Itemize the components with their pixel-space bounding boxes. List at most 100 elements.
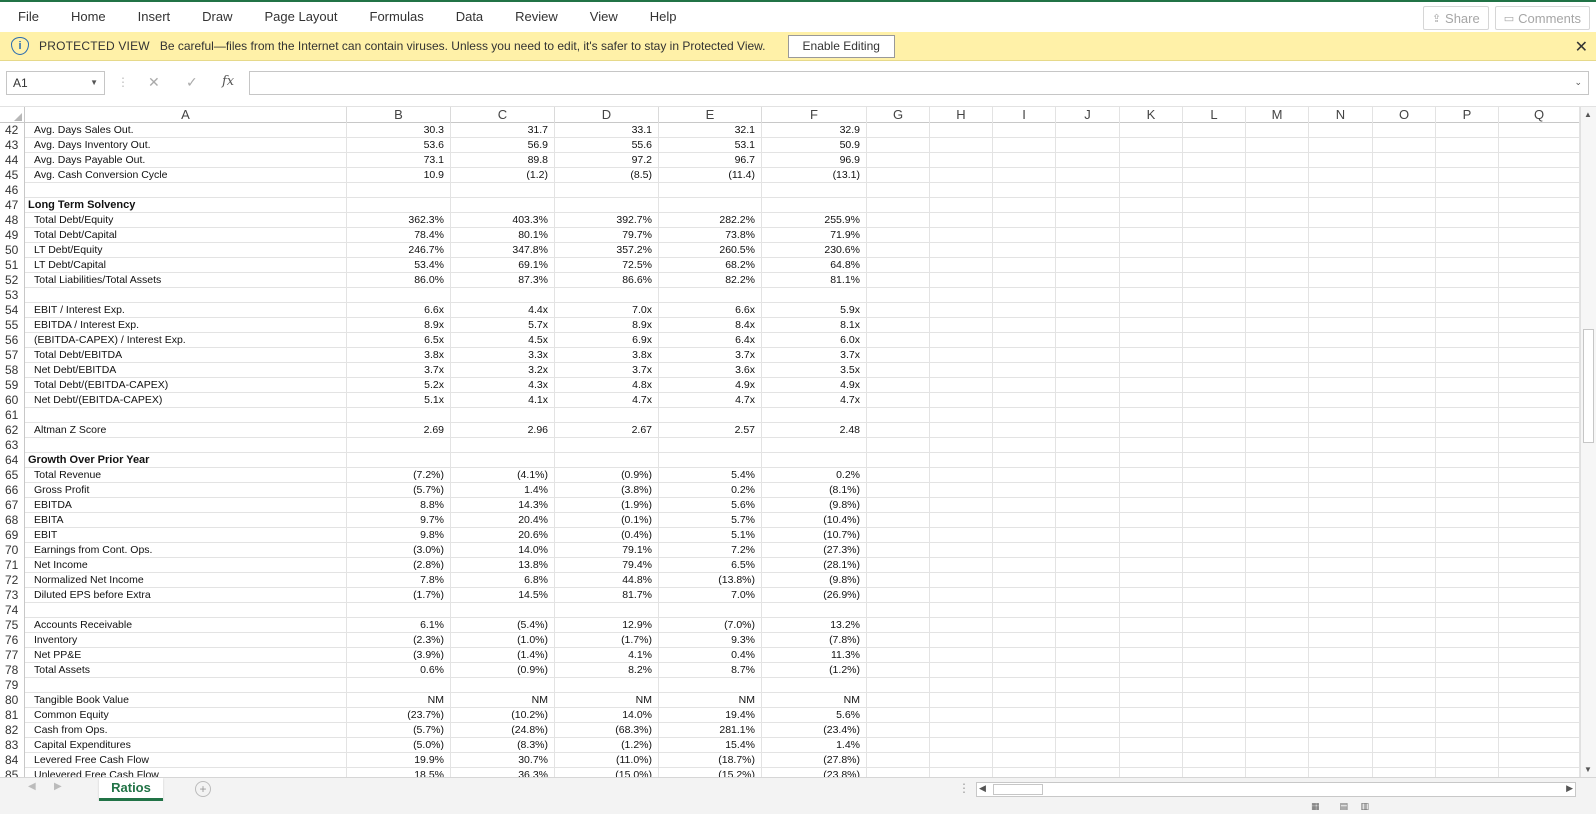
row-number[interactable]: 67 [0,498,25,513]
row-number[interactable]: 74 [0,603,25,618]
label-cell[interactable] [25,408,347,423]
label-cell[interactable]: Total Assets [25,663,347,678]
row-number[interactable]: 61 [0,408,25,423]
row-number[interactable]: 42 [0,123,25,138]
value-cell-d[interactable]: 8.9x [555,318,659,333]
value-cell-b[interactable]: 86.0% [347,273,451,288]
label-cell[interactable] [25,678,347,693]
value-cell-b[interactable] [347,603,451,618]
value-cell-f[interactable]: (1.2%) [762,663,867,678]
value-cell-d[interactable]: (0.4%) [555,528,659,543]
value-cell-b[interactable]: 19.9% [347,753,451,768]
label-cell[interactable]: Total Debt/Capital [25,228,347,243]
value-cell-f[interactable]: 1.4% [762,738,867,753]
column-header-m[interactable]: M [1246,107,1309,123]
value-cell-e[interactable]: 5.6% [659,498,762,513]
label-cell[interactable]: Cash from Ops. [25,723,347,738]
value-cell-c[interactable]: 56.9 [451,138,555,153]
value-cell-c[interactable]: 4.5x [451,333,555,348]
value-cell-d[interactable]: 4.7x [555,393,659,408]
value-cell-b[interactable]: 6.5x [347,333,451,348]
value-cell-c[interactable] [451,183,555,198]
value-cell-c[interactable] [451,603,555,618]
value-cell-c[interactable] [451,678,555,693]
value-cell-e[interactable]: 73.8% [659,228,762,243]
label-cell[interactable]: EBIT [25,528,347,543]
column-header-f[interactable]: F [762,107,867,123]
label-cell[interactable]: Total Debt/Equity [25,213,347,228]
value-cell-b[interactable]: 6.6x [347,303,451,318]
value-cell-f[interactable]: 2.48 [762,423,867,438]
value-cell-b[interactable]: (23.7%) [347,708,451,723]
column-header-b[interactable]: B [347,107,451,123]
add-sheet-icon[interactable]: + [195,781,211,797]
ribbon-tab-review[interactable]: Review [499,2,574,32]
value-cell-f[interactable]: 4.7x [762,393,867,408]
value-cell-b[interactable]: 7.8% [347,573,451,588]
value-cell-e[interactable] [659,288,762,303]
row-number[interactable]: 58 [0,363,25,378]
value-cell-f[interactable]: 0.2% [762,468,867,483]
ribbon-tab-home[interactable]: Home [55,2,122,32]
value-cell-d[interactable]: 72.5% [555,258,659,273]
value-cell-c[interactable]: 1.4% [451,483,555,498]
value-cell-c[interactable]: 4.4x [451,303,555,318]
label-cell[interactable]: Gross Profit [25,483,347,498]
label-cell[interactable]: Common Equity [25,708,347,723]
value-cell-e[interactable]: 53.1 [659,138,762,153]
value-cell-e[interactable]: 5.4% [659,468,762,483]
value-cell-f[interactable]: (8.1%) [762,483,867,498]
value-cell-f[interactable]: 13.2% [762,618,867,633]
value-cell-d[interactable]: 7.0x [555,303,659,318]
value-cell-e[interactable]: 8.4x [659,318,762,333]
row-number[interactable]: 46 [0,183,25,198]
value-cell-d[interactable]: 357.2% [555,243,659,258]
value-cell-e[interactable]: 8.7% [659,663,762,678]
value-cell-f[interactable]: 11.3% [762,648,867,663]
value-cell-b[interactable]: 5.2x [347,378,451,393]
ribbon-tab-file[interactable]: File [0,2,55,32]
value-cell-f[interactable]: 71.9% [762,228,867,243]
value-cell-f[interactable]: 8.1x [762,318,867,333]
column-header-i[interactable]: I [993,107,1056,123]
value-cell-b[interactable]: 0.6% [347,663,451,678]
label-cell[interactable]: Avg. Days Sales Out. [25,123,347,138]
value-cell-d[interactable] [555,288,659,303]
value-cell-e[interactable]: 0.4% [659,648,762,663]
label-cell[interactable]: Net Income [25,558,347,573]
row-number[interactable]: 82 [0,723,25,738]
value-cell-c[interactable]: 6.8% [451,573,555,588]
row-number[interactable]: 43 [0,138,25,153]
label-cell[interactable]: (EBITDA-CAPEX) / Interest Exp. [25,333,347,348]
value-cell-d[interactable]: 4.1% [555,648,659,663]
value-cell-f[interactable]: (26.9%) [762,588,867,603]
value-cell-e[interactable] [659,438,762,453]
view-mode-icons[interactable]: ▦ ▤ ▥ [1311,801,1369,812]
value-cell-d[interactable]: (1.2%) [555,738,659,753]
value-cell-e[interactable]: (11.4) [659,168,762,183]
value-cell-d[interactable]: 3.7x [555,363,659,378]
label-cell[interactable]: LT Debt/Equity [25,243,347,258]
column-header-p[interactable]: P [1436,107,1499,123]
value-cell-d[interactable]: 6.9x [555,333,659,348]
value-cell-b[interactable]: 8.9x [347,318,451,333]
label-cell[interactable]: Inventory [25,633,347,648]
column-header-a[interactable]: A [25,107,347,123]
column-header-d[interactable]: D [555,107,659,123]
value-cell-e[interactable]: 5.1% [659,528,762,543]
value-cell-e[interactable]: 4.7x [659,393,762,408]
value-cell-f[interactable]: 6.0x [762,333,867,348]
value-cell-b[interactable]: 8.8% [347,498,451,513]
value-cell-e[interactable]: (18.7%) [659,753,762,768]
value-cell-e[interactable]: 7.0% [659,588,762,603]
value-cell-d[interactable]: 392.7% [555,213,659,228]
scroll-down-icon[interactable]: ▼ [1584,765,1592,774]
value-cell-b[interactable]: 3.8x [347,348,451,363]
value-cell-f[interactable] [762,603,867,618]
value-cell-c[interactable]: 20.6% [451,528,555,543]
value-cell-b[interactable] [347,408,451,423]
share-button[interactable]: ⇪ Share [1422,6,1489,30]
value-cell-e[interactable] [659,453,762,468]
label-cell[interactable] [25,603,347,618]
row-number[interactable]: 59 [0,378,25,393]
